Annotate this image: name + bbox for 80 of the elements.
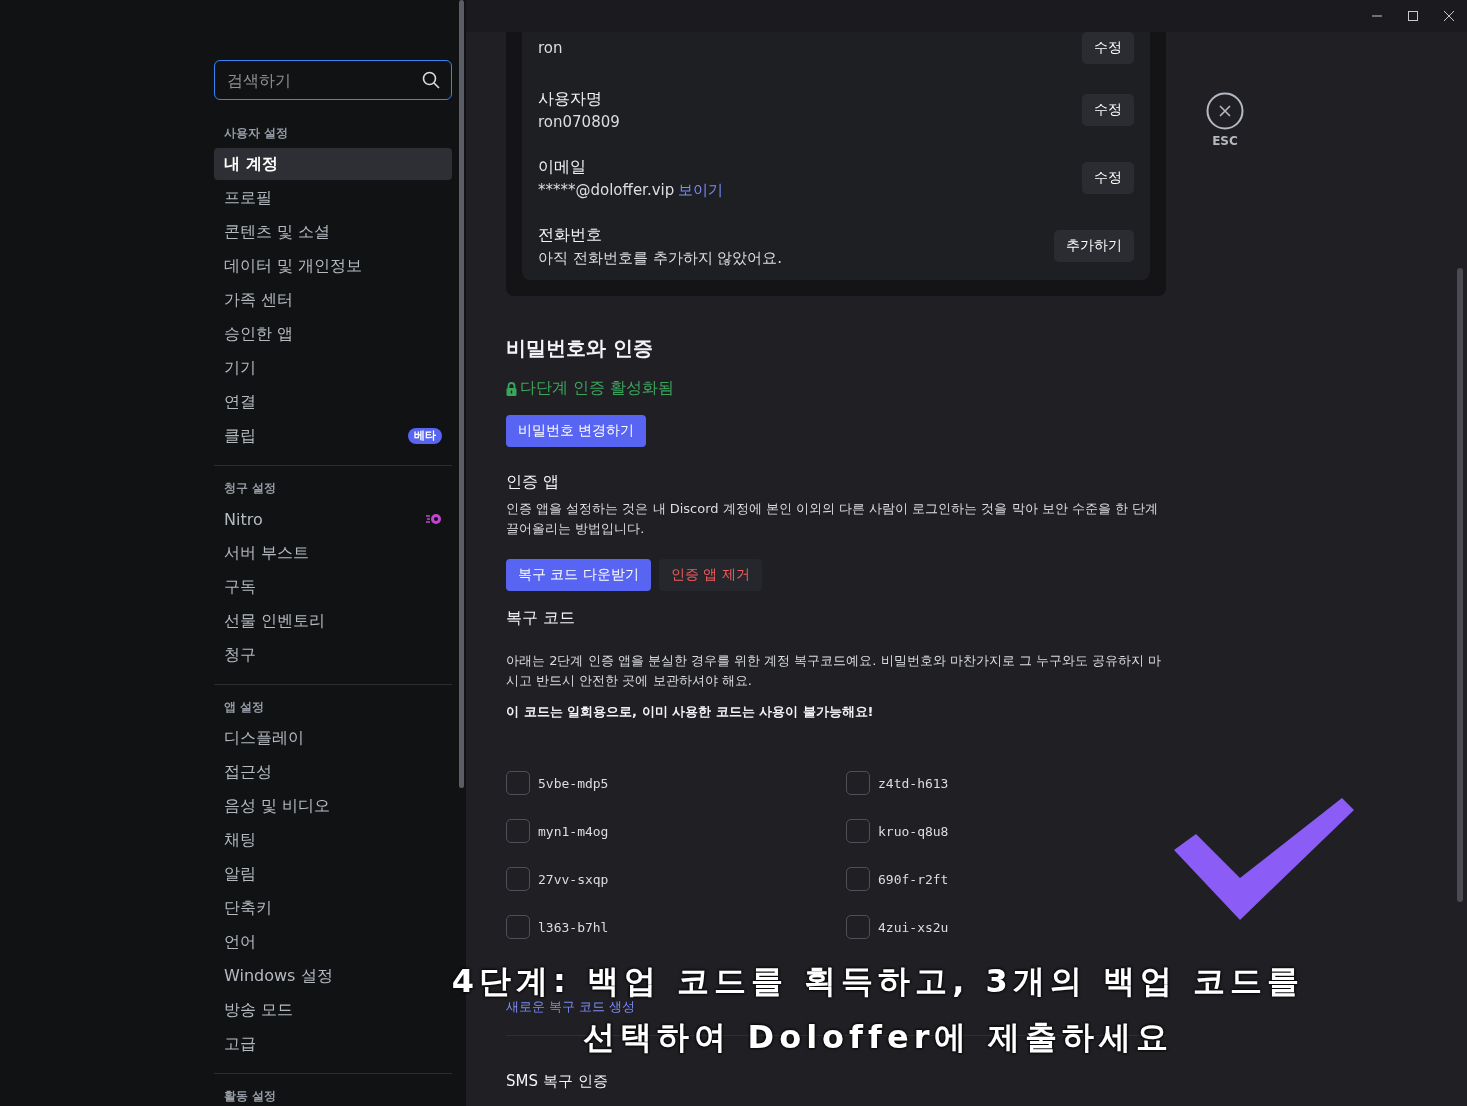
mfa-status: 다단계 인증 활성화됨	[520, 378, 675, 399]
caption-text: 선택하여 Doloffer에 제출하세요	[583, 1020, 1173, 1054]
sidebar-item[interactable]: 음성 및 비디오	[214, 790, 452, 822]
nitro-icon	[426, 513, 442, 525]
sidebar-item[interactable]: 단축키	[214, 892, 452, 924]
sidebar-item[interactable]: 구독	[214, 571, 452, 603]
close-icon[interactable]	[1206, 92, 1244, 130]
description: 아래는 2단계 인증 앱을 분실한 경우를 위한 계정 복구코드예요. 비밀번호와 마찬가지로 그 누구와도 공유하지 마시고 반드시 안전한 곳에 보관하셔야 해요.	[506, 652, 1163, 690]
download-codes-button[interactable]: 복구 코드 다운받기	[506, 559, 651, 591]
subsection-title: 인증 앱	[506, 471, 561, 493]
field-value: ron	[538, 39, 563, 57]
field-label: 전화번호	[538, 224, 603, 246]
section-header: 앱 설정	[223, 699, 266, 716]
sidebar-item[interactable]: 내 계정	[214, 148, 452, 180]
sidebar-item[interactable]: 서버 부스트	[214, 537, 452, 569]
sidebar-item[interactable]: 알림	[214, 858, 452, 890]
sidebar-item[interactable]: 승인한 앱	[214, 318, 452, 350]
search-icon	[422, 71, 440, 89]
sidebar-item[interactable]: 기기	[214, 352, 452, 384]
sidebar-item[interactable]: 클립 베타	[214, 420, 452, 452]
sidebar-item[interactable]: 채팅	[214, 824, 452, 856]
edit-button[interactable]: 수정	[1082, 32, 1134, 64]
sidebar-item[interactable]: 데이터 및 개인정보	[214, 250, 452, 282]
remove-app-button[interactable]: 인증 앱 제거	[658, 559, 762, 591]
checkbox[interactable]	[506, 771, 530, 795]
section-header: 사용자 설정	[223, 125, 290, 142]
edit-button[interactable]: 추가하기	[1054, 230, 1134, 262]
sidebar-item[interactable]: 가족 센터	[214, 284, 452, 316]
checkmark-icon	[1174, 798, 1354, 922]
subsection-title: 복구 코드	[506, 607, 577, 629]
sidebar-item[interactable]: 언어	[214, 926, 452, 958]
regenerate-link[interactable]: 새로운 복구 코드 생성	[506, 999, 636, 1015]
sidebar-item[interactable]: 방송 모드	[214, 994, 452, 1026]
section-header: 청구 설정	[223, 480, 278, 497]
sidebar-item[interactable]: 콘텐츠 및 소셜	[214, 216, 452, 248]
field-label: 사용자명	[538, 88, 603, 110]
sidebar-item[interactable]: Windows 설정	[214, 960, 452, 992]
sidebar-item[interactable]: Nitro	[214, 503, 452, 535]
sidebar-item[interactable]: 청구	[214, 639, 452, 671]
change-password-button[interactable]: 비밀번호 변경하기	[506, 415, 647, 447]
checkbox[interactable]	[846, 867, 870, 891]
sidebar-item[interactable]: 프로필	[214, 182, 452, 214]
search-field[interactable]: 검색하기	[214, 60, 452, 100]
backup-code: 27vv-sxqp	[538, 871, 609, 887]
checkbox[interactable]	[846, 771, 870, 795]
backup-code: myn1-m4og	[538, 823, 609, 839]
backup-code: kruo-q8u8	[878, 823, 949, 839]
backup-code: 5vbe-mdp5	[538, 775, 609, 791]
caption-text: 4단계: 백업 코드를 획득하고, 3개의 백업 코드를	[451, 964, 1305, 998]
backup-code: 4zui-xs2u	[878, 919, 949, 935]
checkbox[interactable]	[506, 819, 530, 843]
esc-label: ESC	[1212, 134, 1238, 148]
field-value: 아직 전화번호를 추가하지 않았어요.	[538, 249, 783, 267]
sidebar-item[interactable]: 선물 인벤토리	[214, 605, 452, 637]
checkbox[interactable]	[506, 867, 530, 891]
reveal-link[interactable]: 보이기	[678, 181, 724, 199]
sidebar-item[interactable]: 디스플레이	[214, 722, 452, 754]
checkbox[interactable]	[846, 819, 870, 843]
subsection-title: SMS 복구 인증	[506, 1072, 609, 1091]
section-header: 활동 설정	[223, 1088, 278, 1105]
sidebar-item[interactable]: 접근성	[214, 756, 452, 788]
section-heading: 비밀번호와 인증	[506, 336, 654, 360]
warning-text: 이 코드는 일회용으로, 이미 사용한 코드는 사용이 불가능해요!	[506, 703, 875, 721]
close-icon[interactable]	[1443, 10, 1455, 22]
maximize-icon[interactable]	[1407, 10, 1419, 22]
description: 인증 앱을 설정하는 것은 내 Discord 계정에 본인 이외의 다른 사람이 로그인하는 것을 막아 보안 수준을 한 단계 끌어올리는 방법입니다.	[506, 500, 1160, 538]
field-label: 이메일	[538, 156, 587, 178]
backup-code: l363-b7hl	[538, 919, 609, 935]
edit-button[interactable]: 수정	[1082, 162, 1134, 194]
field-value: *****@doloffer.vip	[538, 181, 675, 199]
sidebar-item[interactable]: 고급	[214, 1028, 452, 1060]
checkbox[interactable]	[846, 915, 870, 939]
backup-code: 690f-r2ft	[878, 871, 949, 887]
sidebar-item[interactable]: 연결	[214, 386, 452, 418]
field-value: ron070809	[538, 113, 620, 131]
beta-badge: 베타	[408, 428, 442, 444]
backup-code: z4td-h613	[878, 775, 949, 791]
edit-button[interactable]: 수정	[1082, 94, 1134, 126]
checkbox[interactable]	[506, 915, 530, 939]
lock-icon	[506, 381, 517, 396]
